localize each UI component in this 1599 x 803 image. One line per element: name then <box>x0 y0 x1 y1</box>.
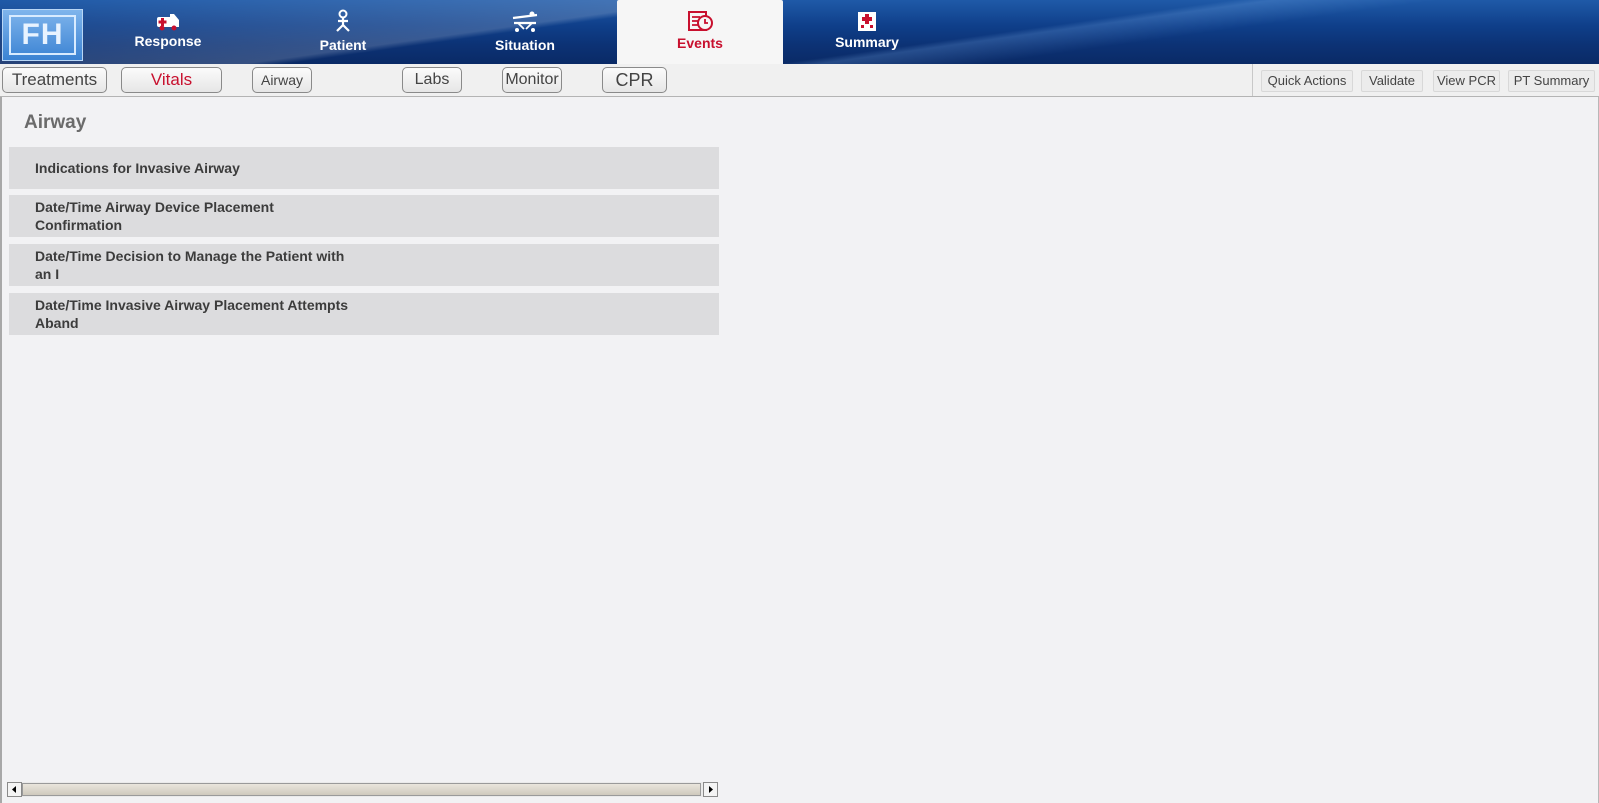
list-item-indications[interactable]: Indications for Invasive Airway <box>9 147 719 189</box>
ambulance-icon <box>157 14 179 31</box>
action-button-group: Quick Actions Validate View PCR PT Summa… <box>1252 64 1599 96</box>
nav-tab-patient[interactable]: Patient <box>293 0 393 64</box>
patient-icon <box>336 9 350 32</box>
list-item-label: Date/Time Airway Device Placement Confir… <box>35 199 274 233</box>
list-item-label: Date/Time Decision to Manage the Patient… <box>35 248 345 282</box>
validate-button[interactable]: Validate <box>1361 70 1423 92</box>
list-item-label: Indications for Invasive Airway <box>35 160 240 176</box>
view-pcr-button[interactable]: View PCR <box>1433 70 1500 92</box>
nav-tab-patient-label: Patient <box>319 37 367 53</box>
horizontal-scrollbar[interactable] <box>7 782 718 797</box>
subtab-cpr[interactable]: CPR <box>602 67 667 93</box>
nav-tab-summary[interactable]: Summary <box>817 0 917 64</box>
quick-actions-button[interactable]: Quick Actions <box>1261 70 1353 92</box>
subtab-labs[interactable]: Labs <box>402 67 462 93</box>
app-logo: FH <box>2 9 83 61</box>
nav-tab-events[interactable]: Events <box>617 0 783 64</box>
nav-tab-response[interactable]: Response <box>118 0 218 64</box>
logo-text: FH <box>9 15 76 55</box>
subtab-treatments[interactable]: Treatments <box>2 67 107 93</box>
list-item-device-placement-confirmation[interactable]: Date/Time Airway Device Placement Confir… <box>9 195 719 237</box>
arrow-left-icon <box>12 786 16 793</box>
top-navigation-bar: FH Response Patient Situation Events Sum… <box>0 0 1599 64</box>
list-item-decision-to-manage[interactable]: Date/Time Decision to Manage the Patient… <box>9 244 719 286</box>
scroll-thumb[interactable] <box>22 783 701 796</box>
scroll-right-button[interactable] <box>703 782 718 797</box>
hospital-icon <box>858 12 876 31</box>
nav-tab-response-label: Response <box>134 33 202 49</box>
stretcher-icon <box>512 11 538 32</box>
subtab-airway[interactable]: Airway <box>252 67 312 93</box>
nav-tab-events-label: Events <box>677 35 723 51</box>
list-item-label: Date/Time Invasive Airway Placement Atte… <box>35 297 349 331</box>
nav-tab-situation-label: Situation <box>495 37 555 53</box>
nav-tab-summary-label: Summary <box>835 34 899 50</box>
arrow-right-icon <box>709 786 713 793</box>
scroll-left-button[interactable] <box>7 782 22 797</box>
nav-tab-situation[interactable]: Situation <box>475 0 575 64</box>
scroll-track[interactable] <box>22 782 703 797</box>
pt-summary-button[interactable]: PT Summary <box>1508 70 1595 92</box>
main-content: Airway Indications for Invasive Airway D… <box>0 97 1599 803</box>
list-item-placement-attempts[interactable]: Date/Time Invasive Airway Placement Atte… <box>9 293 719 335</box>
subtab-monitor[interactable]: Monitor <box>502 67 562 93</box>
clock-events-icon <box>688 11 713 31</box>
subtab-vitals[interactable]: Vitals <box>121 67 222 93</box>
section-title: Airway <box>24 112 87 133</box>
